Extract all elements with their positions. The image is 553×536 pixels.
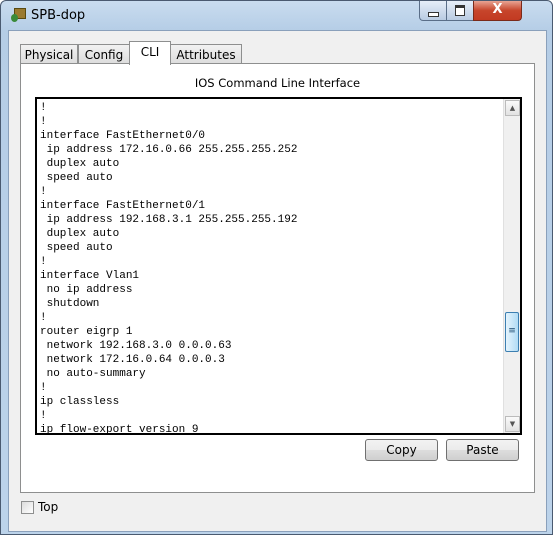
cli-panel: IOS Command Line Interface !! interface F… xyxy=(20,63,535,493)
tab-label: Attributes xyxy=(176,48,236,62)
cli-line: no auto-summary xyxy=(40,368,146,380)
top-checkbox-label: Top xyxy=(38,500,59,514)
cli-line: ! xyxy=(40,382,47,394)
tab-label: CLI xyxy=(140,45,160,59)
cli-heading: IOS Command Line Interface xyxy=(194,76,361,90)
cli-line: router eigrp 1 xyxy=(40,326,133,338)
window: SPB-dop X Physical Config CLI Attributes… xyxy=(0,0,553,535)
title-bar[interactable]: SPB-dop X xyxy=(1,1,552,31)
cli-line: ! xyxy=(40,102,47,114)
cli-line: duplex auto xyxy=(40,228,120,240)
cli-line: ! xyxy=(40,312,47,324)
app-icon xyxy=(11,8,26,22)
cli-line: network 192.168.3.0 0.0.0.63 xyxy=(40,340,232,352)
cli-line: ! xyxy=(40,410,47,422)
paste-button[interactable]: Paste xyxy=(446,439,519,461)
cli-line: interface Vlan1 xyxy=(40,270,140,282)
tab-attributes[interactable]: Attributes xyxy=(170,44,242,64)
cli-line: interface FastEthernet0/1 xyxy=(40,200,206,212)
tab-label: Config xyxy=(84,48,124,62)
minimize-icon xyxy=(428,12,439,17)
cli-line: no ip address xyxy=(40,284,133,296)
tab-cli[interactable]: CLI xyxy=(129,41,171,65)
cli-line: ! xyxy=(40,256,47,268)
close-icon: X xyxy=(492,2,503,17)
cli-line: ip flow-export version 9 xyxy=(40,424,199,435)
cli-line: network 172.16.0.64 0.0.0.3 xyxy=(40,354,225,366)
cli-line: interface FastEthernet0/0 xyxy=(40,130,206,142)
client-area: Physical Config CLI Attributes IOS Comma… xyxy=(8,30,547,532)
tab-physical[interactable]: Physical xyxy=(20,44,78,64)
cli-line: ! xyxy=(40,186,47,198)
top-checkbox[interactable] xyxy=(21,501,34,514)
cli-line: duplex auto xyxy=(40,158,120,170)
copy-button[interactable]: Copy xyxy=(365,439,438,461)
window-title: SPB-dop xyxy=(31,8,86,23)
cli-line: ip address 172.16.0.66 255.255.255.252 xyxy=(40,144,298,156)
tab-config[interactable]: Config xyxy=(78,44,130,64)
cli-line: speed auto xyxy=(40,242,113,254)
tab-label: Physical xyxy=(24,48,74,62)
cli-line: ip classless xyxy=(40,396,120,408)
cli-line: speed auto xyxy=(40,172,113,184)
close-button[interactable]: X xyxy=(473,1,522,21)
maximize-icon xyxy=(455,5,465,16)
cli-line: ! xyxy=(40,116,47,128)
cli-output: !! interface FastEthernet0/0 ip address 1… xyxy=(40,101,298,435)
scroll-down-icon[interactable]: ▼ xyxy=(505,416,520,432)
minimize-button[interactable] xyxy=(419,1,447,21)
scroll-up-icon[interactable]: ▲ xyxy=(505,100,520,116)
cli-line: ip address 192.168.3.1 255.255.255.192 xyxy=(40,214,298,226)
cli-terminal[interactable]: !! interface FastEthernet0/0 ip address 1… xyxy=(35,97,522,435)
vertical-scrollbar[interactable]: ▲ ≡ ▼ xyxy=(503,99,520,433)
scroll-thumb[interactable]: ≡ xyxy=(505,311,519,352)
cli-line: shutdown xyxy=(40,298,100,310)
maximize-button[interactable] xyxy=(446,1,474,21)
